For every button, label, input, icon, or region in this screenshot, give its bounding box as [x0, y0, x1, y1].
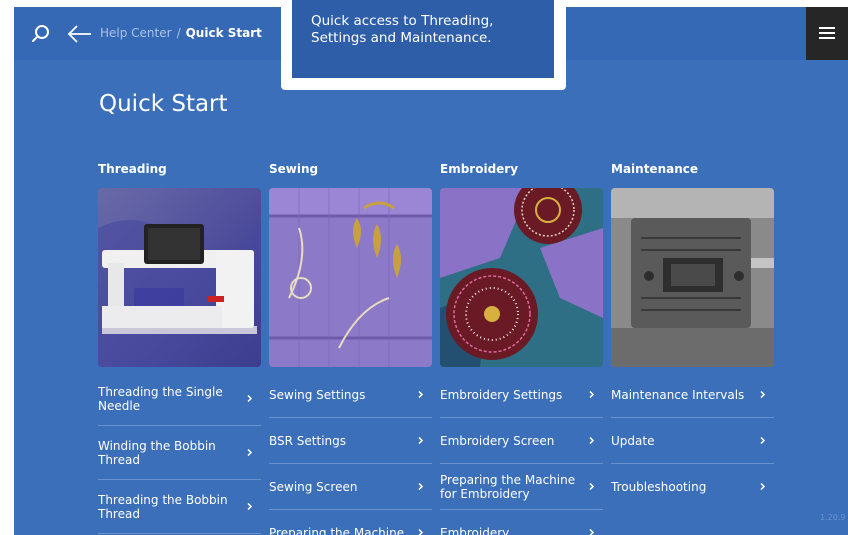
column-title-sewing: Sewing: [269, 162, 319, 176]
list-item[interactable]: Embroidery Settings: [440, 372, 603, 418]
chevron-right-icon: [418, 390, 424, 398]
menu-icon-bar: [819, 37, 835, 39]
chevron-right-icon: [760, 390, 766, 398]
tooltip-line: Settings and Maintenance.: [311, 30, 492, 46]
list-item[interactable]: Update: [611, 418, 774, 464]
threading-list: Threading the Single Needle Winding the …: [98, 372, 261, 534]
menu-icon-bar: [819, 32, 835, 34]
chevron-right-icon: [247, 448, 253, 456]
tooltip: Quick access to Threading, Settings and …: [281, 0, 566, 90]
list-item[interactable]: Troubleshooting: [611, 464, 774, 510]
column-title-maintenance: Maintenance: [611, 162, 699, 176]
chevron-right-icon: [418, 528, 424, 535]
tooltip-line: Quick access to Threading,: [311, 13, 494, 29]
chevron-right-icon: [589, 390, 595, 398]
column-maintenance: Maintenance Maintenance Intervals Update…: [611, 162, 774, 510]
chevron-right-icon: [760, 436, 766, 444]
list-item[interactable]: Threading the Bobbin Thread: [98, 480, 261, 534]
list-item[interactable]: Threading the Single Needle: [98, 372, 261, 426]
breadcrumb: Help Center / Quick Start: [100, 26, 262, 40]
page-title: Quick Start: [99, 91, 228, 117]
sewing-machine-image[interactable]: [98, 188, 261, 367]
list-item[interactable]: Embroidery: [440, 510, 603, 535]
chevron-right-icon: [589, 528, 595, 535]
sewing-list: Sewing Settings BSR Settings Sewing Scre…: [269, 372, 432, 535]
breadcrumb-current: Quick Start: [185, 26, 262, 40]
list-item[interactable]: BSR Settings: [269, 418, 432, 464]
list-item[interactable]: Sewing Screen: [269, 464, 432, 510]
chevron-right-icon: [589, 482, 595, 490]
embroidered-fabric-image[interactable]: [269, 188, 432, 367]
column-sewing: Sewing Sewing Settings BSR Settings Sewi…: [269, 162, 432, 535]
list-item[interactable]: Preparing the Machine for Embroidery: [440, 464, 603, 510]
list-item[interactable]: Preparing the Machine: [269, 510, 432, 535]
list-item[interactable]: Sewing Settings: [269, 372, 432, 418]
tooltip-content: Quick access to Threading, Settings and …: [292, 0, 554, 78]
chevron-right-icon: [589, 436, 595, 444]
list-item[interactable]: Embroidery Screen: [440, 418, 603, 464]
column-threading: Threading Threading the Single Needle Wi…: [98, 162, 261, 534]
chevron-right-icon: [418, 436, 424, 444]
chevron-right-icon: [247, 394, 253, 402]
column-title-threading: Threading: [98, 162, 167, 176]
search-icon[interactable]: [31, 24, 51, 44]
chevron-right-icon: [418, 482, 424, 490]
list-item[interactable]: Winding the Bobbin Thread: [98, 426, 261, 480]
chevron-right-icon: [247, 502, 253, 510]
menu-icon-bar: [819, 27, 835, 29]
back-arrow-icon[interactable]: [67, 25, 93, 43]
list-item[interactable]: Maintenance Intervals: [611, 372, 774, 418]
menu-button[interactable]: [806, 7, 848, 60]
breadcrumb-separator: /: [176, 26, 181, 40]
column-title-embroidery: Embroidery: [440, 162, 519, 176]
embroidery-list: Embroidery Settings Embroidery Screen Pr…: [440, 372, 603, 535]
chevron-right-icon: [760, 483, 766, 490]
presser-foot-image[interactable]: [611, 188, 774, 367]
embroidery-hoops-image[interactable]: [440, 188, 603, 367]
breadcrumb-help-center[interactable]: Help Center: [100, 26, 172, 40]
column-embroidery: Embroidery Embroidery Settings Embroider…: [440, 162, 603, 535]
maintenance-list: Maintenance Intervals Update Troubleshoo…: [611, 372, 774, 510]
version-label: 1.20.9: [820, 513, 846, 522]
